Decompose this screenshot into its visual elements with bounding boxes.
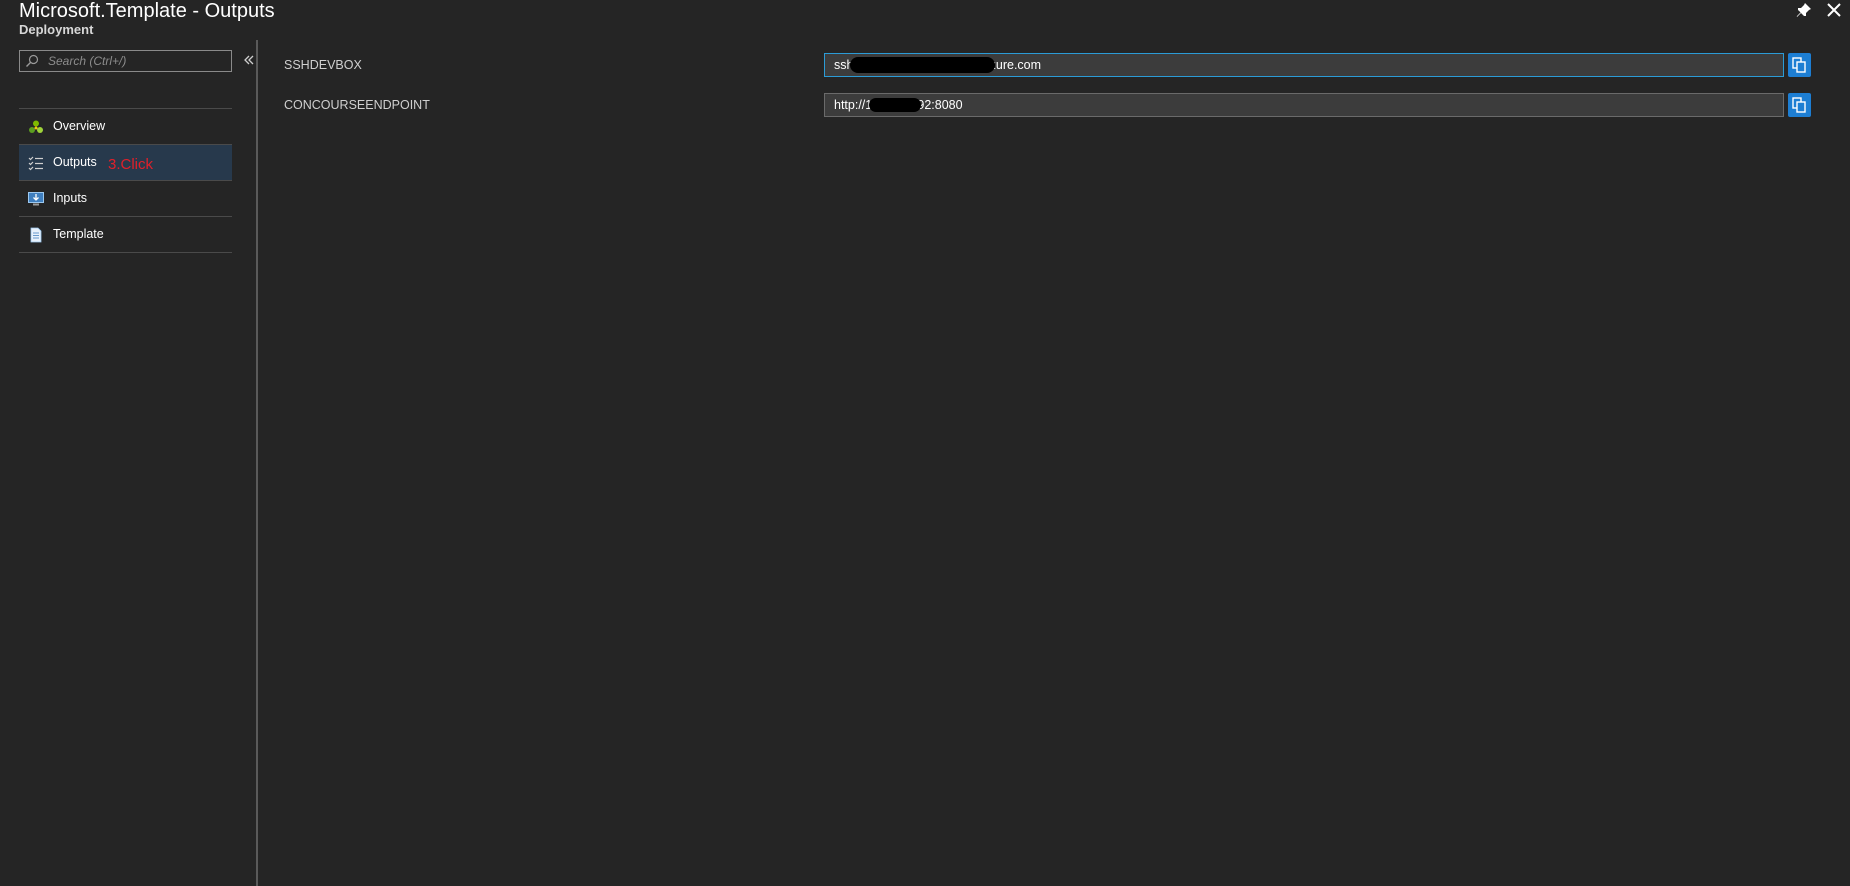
redaction-mark xyxy=(869,98,921,112)
copy-icon xyxy=(1792,57,1806,73)
sidebar-item-inputs[interactable]: Inputs xyxy=(19,181,232,217)
inputs-icon xyxy=(28,191,44,207)
pin-icon[interactable] xyxy=(1796,2,1812,18)
overview-icon xyxy=(28,119,44,135)
sidebar-item-label: Outputs xyxy=(53,155,97,169)
collapse-menu-icon[interactable] xyxy=(243,53,255,67)
output-name: SSHDEVBOX xyxy=(284,58,362,72)
sidebar-divider xyxy=(256,40,258,886)
sidebar-item-label: Overview xyxy=(53,119,106,133)
blade-header: Microsoft.Template - Outputs Deployment xyxy=(0,0,1850,40)
output-row: CONCOURSEENDPOINT xyxy=(284,93,1824,119)
page-title: Microsoft.Template - Outputs xyxy=(19,0,275,22)
close-icon[interactable] xyxy=(1825,1,1843,19)
sidebar-item-overview[interactable]: Overview xyxy=(19,109,232,145)
copy-icon xyxy=(1792,97,1806,113)
click-annotation: 3.Click xyxy=(108,156,154,173)
sidebar-item-template[interactable]: Template xyxy=(19,217,232,253)
copy-button[interactable] xyxy=(1788,53,1811,77)
outputs-icon xyxy=(28,155,44,171)
template-icon xyxy=(28,227,44,243)
search-input[interactable] xyxy=(48,52,228,70)
search-icon xyxy=(25,54,39,68)
sidebar-item-label: Inputs xyxy=(53,191,88,205)
copy-button[interactable] xyxy=(1788,93,1811,117)
page-subtitle: Deployment xyxy=(19,22,94,37)
redaction-mark xyxy=(850,57,995,73)
output-value-input[interactable] xyxy=(834,97,1774,113)
output-value-field[interactable] xyxy=(824,93,1784,117)
search-box[interactable] xyxy=(19,50,232,72)
output-name: CONCOURSEENDPOINT xyxy=(284,98,430,112)
output-value-field[interactable] xyxy=(824,53,1784,77)
sidebar-item-label: Template xyxy=(53,227,104,241)
output-row: SSHDEVBOX xyxy=(284,53,1824,79)
